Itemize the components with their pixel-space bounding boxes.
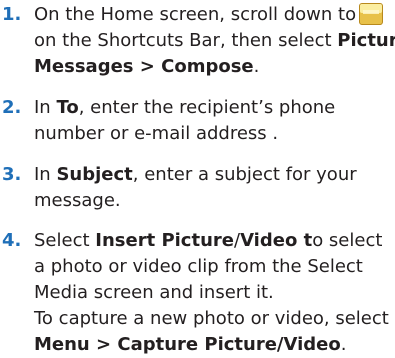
picture-messages-icon <box>358 1 384 27</box>
step-text: Select Insert Picture/Video to select a … <box>34 230 389 355</box>
step-text: In To, enter the recipient’s phone numbe… <box>34 97 336 144</box>
step-number: 1. <box>2 4 22 25</box>
step-number: 2. <box>2 97 22 118</box>
step-text: In Subject, enter a subject for your mes… <box>34 164 357 211</box>
step-number: 3. <box>2 164 22 185</box>
step-text: On the Home screen, scroll down to on th… <box>34 1 395 80</box>
step-number: 4. <box>2 230 22 251</box>
